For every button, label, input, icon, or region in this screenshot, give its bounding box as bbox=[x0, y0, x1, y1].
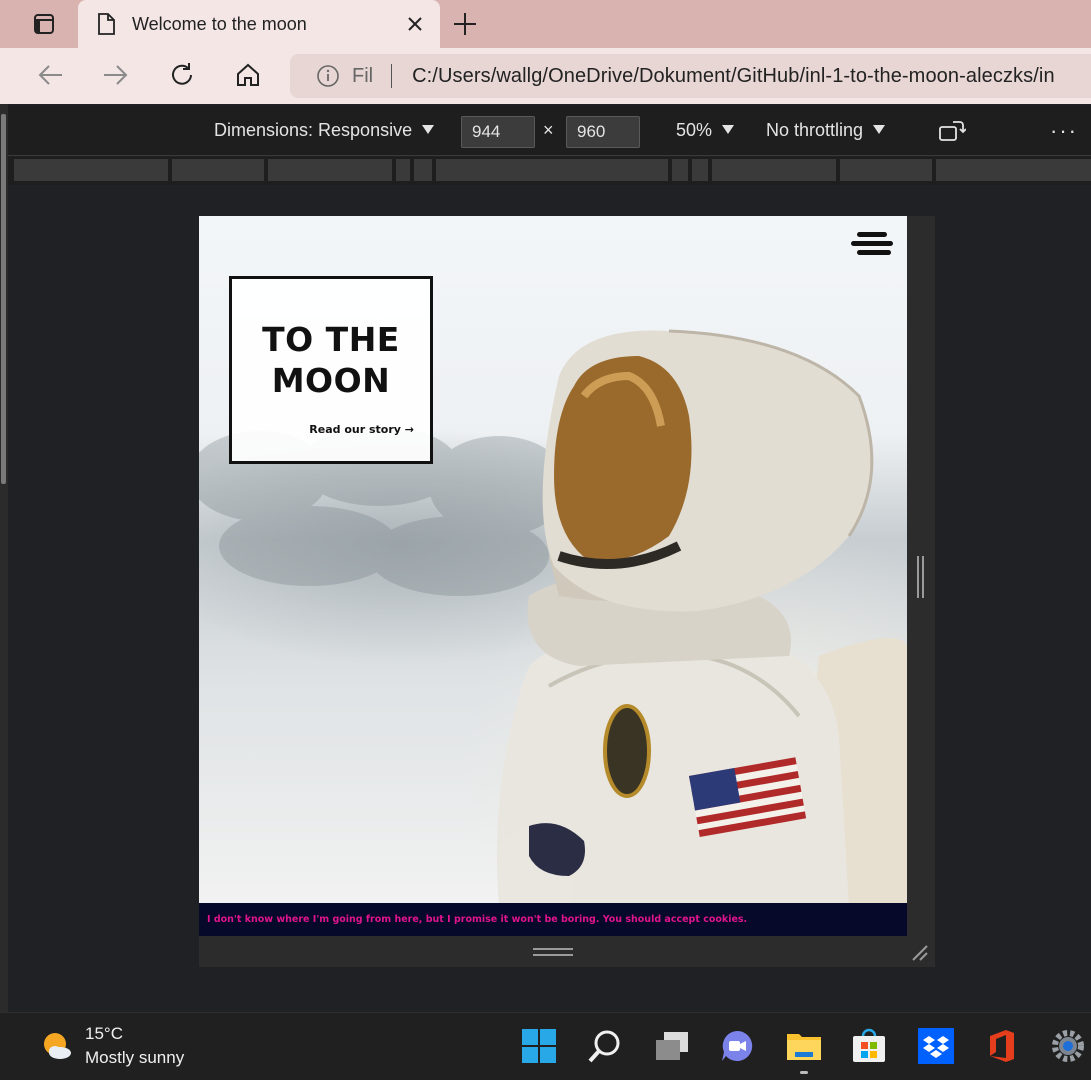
page-icon bbox=[98, 13, 115, 35]
height-input[interactable]: 960 bbox=[566, 116, 640, 148]
info-icon[interactable] bbox=[316, 64, 340, 88]
dimension-separator: × bbox=[543, 120, 554, 140]
url-text[interactable]: C:/Users/wallg/OneDrive/Dokument/GitHub/… bbox=[412, 65, 1055, 88]
resize-handle-bottom[interactable] bbox=[199, 936, 935, 967]
drag-handle-icon[interactable] bbox=[917, 556, 924, 598]
more-options-icon[interactable]: ··· bbox=[1050, 118, 1078, 144]
weather-icon[interactable] bbox=[40, 1029, 74, 1063]
address-prefix: Fil bbox=[352, 64, 374, 87]
ruler-segment[interactable] bbox=[268, 159, 392, 181]
browser-toolbar: Fil C:/Users/wallg/OneDrive/Dokument/Git… bbox=[0, 48, 1091, 104]
settings-icon[interactable] bbox=[1049, 1027, 1087, 1065]
dropbox-icon[interactable] bbox=[917, 1027, 955, 1065]
chevron-down-icon bbox=[873, 125, 886, 134]
close-tab-icon[interactable] bbox=[404, 13, 426, 35]
dimensions-label: Dimensions: Responsive bbox=[214, 120, 413, 140]
read-story-link[interactable]: Read our story → bbox=[309, 423, 414, 436]
ruler-segment[interactable] bbox=[692, 159, 708, 181]
search-icon[interactable] bbox=[586, 1027, 624, 1065]
tab-actions-icon bbox=[34, 14, 54, 34]
drag-handle-icon[interactable] bbox=[533, 948, 573, 956]
ruler-segment[interactable] bbox=[172, 159, 264, 181]
hamburger-menu-icon[interactable] bbox=[851, 232, 893, 256]
ruler-segment[interactable] bbox=[14, 159, 168, 181]
emulated-viewport: TO THE MOON Read our story → I don't know… bbox=[199, 216, 907, 936]
resize-corner-icon[interactable] bbox=[911, 944, 929, 962]
cookie-banner: I don't know where I'm going from here, … bbox=[199, 903, 907, 936]
ruler-segment[interactable] bbox=[396, 159, 410, 181]
chevron-down-icon bbox=[422, 125, 435, 134]
active-app-indicator bbox=[800, 1071, 808, 1074]
home-icon bbox=[237, 63, 259, 86]
tab-strip: Welcome to the moon bbox=[0, 0, 1091, 48]
back-button[interactable] bbox=[33, 60, 67, 90]
task-view-icon[interactable] bbox=[653, 1027, 691, 1065]
new-tab-icon[interactable] bbox=[450, 10, 480, 38]
browser-tab[interactable]: Welcome to the moon bbox=[78, 0, 440, 48]
scrollbar-thumb[interactable] bbox=[1, 114, 6, 484]
media-query-ruler bbox=[8, 157, 1091, 185]
ruler-segment[interactable] bbox=[712, 159, 836, 181]
ruler-segment[interactable] bbox=[414, 159, 432, 181]
rotate-icon[interactable] bbox=[938, 119, 966, 143]
home-button[interactable] bbox=[231, 60, 265, 90]
resize-handle-right[interactable] bbox=[907, 216, 935, 936]
throttling-dropdown[interactable]: No throttling bbox=[766, 120, 886, 141]
chat-icon[interactable] bbox=[718, 1027, 756, 1065]
page-title: TO THE MOON bbox=[262, 320, 400, 400]
ruler-segment[interactable] bbox=[672, 159, 688, 181]
tab-title: Welcome to the moon bbox=[132, 13, 307, 34]
hero-title-box: TO THE MOON Read our story → bbox=[229, 276, 433, 464]
refresh-button[interactable] bbox=[165, 60, 199, 90]
store-icon[interactable] bbox=[850, 1027, 888, 1065]
taskbar: 15°C Mostly sunny bbox=[0, 1012, 1091, 1080]
weather-temperature[interactable]: 15°C bbox=[85, 1024, 123, 1044]
weather-condition[interactable]: Mostly sunny bbox=[85, 1048, 184, 1068]
chevron-down-icon bbox=[722, 125, 735, 134]
back-arrow-icon bbox=[38, 65, 62, 85]
refresh-icon bbox=[172, 63, 192, 85]
width-input[interactable]: 944 bbox=[461, 116, 535, 148]
office-icon[interactable] bbox=[983, 1027, 1021, 1065]
ruler-segment[interactable] bbox=[436, 159, 668, 181]
dimensions-dropdown[interactable]: Dimensions: Responsive bbox=[214, 120, 435, 141]
left-scrollbar[interactable] bbox=[0, 104, 8, 1034]
zoom-label: 50% bbox=[676, 120, 713, 140]
ruler-segment[interactable] bbox=[840, 159, 932, 181]
address-separator bbox=[391, 64, 393, 88]
device-toolbar: Dimensions: Responsive 944 × 960 50% No … bbox=[8, 106, 1091, 156]
start-icon[interactable] bbox=[520, 1027, 558, 1065]
file-explorer-icon[interactable] bbox=[785, 1027, 823, 1065]
forward-arrow-icon bbox=[104, 65, 128, 85]
zoom-dropdown[interactable]: 50% bbox=[676, 120, 735, 141]
cookie-text: I don't know where I'm going from here, … bbox=[207, 914, 748, 925]
throttling-label: No throttling bbox=[766, 120, 864, 140]
address-bar[interactable]: Fil C:/Users/wallg/OneDrive/Dokument/Git… bbox=[290, 54, 1091, 98]
ruler-segment[interactable] bbox=[936, 159, 1091, 181]
forward-button[interactable] bbox=[99, 60, 133, 90]
tab-actions-button[interactable] bbox=[18, 10, 70, 38]
